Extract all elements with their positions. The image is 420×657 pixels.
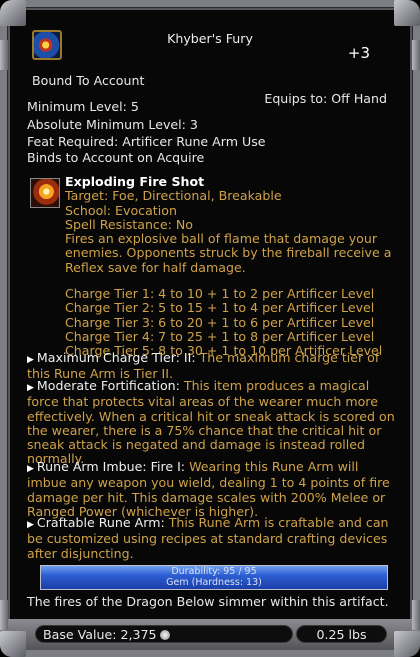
effect-entry: ▶ Maximum Charge Tier: II: The maximum ch… (27, 350, 397, 382)
base-value-field: Base Value: 2,375 (35, 625, 293, 643)
spell-block: Exploding Fire Shot Target: Foe, Directi… (65, 174, 395, 359)
spell-description: Fires an explosive ball of flame that da… (65, 231, 392, 275)
bullet-arrow-icon: ▶ (27, 383, 34, 393)
charge-tier: Charge Tier 4: 7 to 25 + 1 to 8 per Arti… (65, 328, 375, 344)
bullet-arrow-icon: ▶ (27, 520, 34, 530)
bullet-arrow-icon: ▶ (27, 355, 34, 365)
absolute-minimum-level: Absolute Minimum Level: 3 (27, 117, 198, 132)
effect-entry: ▶ Moderate Fortification: This item produ… (27, 378, 397, 467)
effect-name: Craftable Rune Arm: (36, 515, 165, 530)
charge-tier: Charge Tier 1: 4 to 10 + 1 to 2 per Arti… (65, 286, 375, 302)
weight-field: 0.25 lbs (296, 625, 387, 643)
frame-corner (394, 0, 420, 26)
frame-ornament (0, 600, 8, 630)
item-enhancement: +3 (347, 44, 370, 62)
base-value-text: Base Value: 2,375 (43, 627, 157, 642)
frame-ornament (412, 40, 420, 70)
durability-bar: Durability: 95 / 95 Gem (Hardness: 13) (40, 565, 388, 590)
tooltip-footer: Base Value: 2,375 0.25 lbs (7, 619, 413, 650)
frame-ornament (0, 40, 8, 70)
bound-status: Bound To Account (32, 73, 145, 88)
frame-ornament (412, 600, 420, 630)
effect-name: Rune Arm Imbue: Fire I: (36, 459, 186, 474)
spell-title: Exploding Fire Shot (65, 174, 205, 189)
bullet-arrow-icon: ▶ (27, 464, 34, 474)
tooltip-content: Khyber's Fury +3 Bound To Account Equips… (12, 8, 408, 620)
flavor-text: The fires of the Dragon Below simmer wit… (27, 594, 389, 609)
minimum-level: Minimum Level: 5 (27, 99, 139, 114)
effect-entry: ▶ Rune Arm Imbue: Fire I: Wearing this Ru… (27, 459, 397, 519)
feat-required: Feat Required: Artificer Rune Arm Use (27, 134, 266, 149)
durability-text: Durability: 95 / 95 (171, 566, 257, 577)
charge-tier: Charge Tier 2: 5 to 15 + 1 to 4 per Arti… (65, 300, 375, 316)
frame-corner (394, 631, 420, 657)
equips-slot: Equips to: Off Hand (264, 91, 387, 106)
effect-name: Moderate Fortification: (36, 378, 180, 393)
effect-name: Maximum Charge Tier: II: (36, 350, 196, 365)
frame-corner (0, 631, 26, 657)
frame-corner (0, 0, 26, 26)
gem-hardness-text: Gem (Hardness: 13) (166, 577, 262, 588)
charge-tier: Charge Tier 3: 6 to 20 + 1 to 6 per Arti… (65, 314, 375, 330)
coin-icon (159, 630, 170, 640)
spell-target: Target: Foe, Directional, Breakable (65, 188, 282, 204)
effect-entry: ▶ Craftable Rune Arm: This Rune Arm is cr… (27, 515, 397, 561)
spell-resistance: Spell Resistance: No (65, 216, 193, 232)
spell-school: School: Evocation (65, 202, 177, 218)
binds-status: Binds to Account on Acquire (27, 150, 205, 165)
exploding-fire-shot-icon (30, 178, 60, 208)
